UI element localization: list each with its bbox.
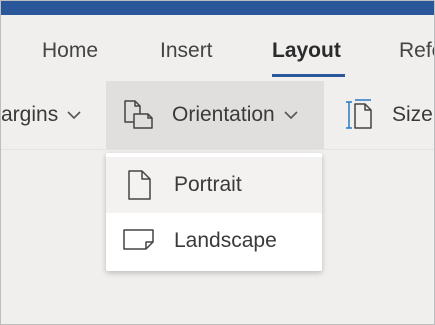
margins-button[interactable]: argins <box>1 81 104 149</box>
tab-layout[interactable]: Layout <box>272 39 341 63</box>
orientation-icon <box>124 100 153 129</box>
menu-item-portrait[interactable]: Portrait <box>106 157 322 213</box>
tab-insert[interactable]: Insert <box>160 39 213 63</box>
title-bar <box>1 1 434 15</box>
menu-item-label: Landscape <box>174 229 277 252</box>
active-tab-indicator <box>272 74 345 77</box>
layout-ribbon: argins Orientation Size <box>1 81 434 149</box>
tab-references[interactable]: Refe <box>399 39 434 63</box>
page-size-icon <box>346 99 372 129</box>
size-label: Size <box>392 103 433 126</box>
menu-item-label: Portrait <box>174 173 242 196</box>
orientation-dropdown-menu: Portrait Landscape <box>106 153 322 271</box>
orientation-label: Orientation <box>172 103 275 126</box>
landscape-page-icon <box>123 229 154 250</box>
margins-label: argins <box>1 103 59 126</box>
chevron-down-icon <box>284 111 298 120</box>
orientation-button[interactable]: Orientation <box>106 81 324 149</box>
portrait-page-icon <box>128 170 151 200</box>
menu-item-landscape[interactable]: Landscape <box>106 213 322 269</box>
chevron-down-icon <box>67 111 81 120</box>
app-window: Home Insert Layout Refe argins Orientati… <box>0 0 435 325</box>
size-button[interactable]: Size <box>344 81 434 149</box>
ribbon-divider <box>1 149 434 150</box>
tab-home[interactable]: Home <box>42 39 98 63</box>
ribbon-tabs: Home Insert Layout Refe <box>1 15 434 81</box>
